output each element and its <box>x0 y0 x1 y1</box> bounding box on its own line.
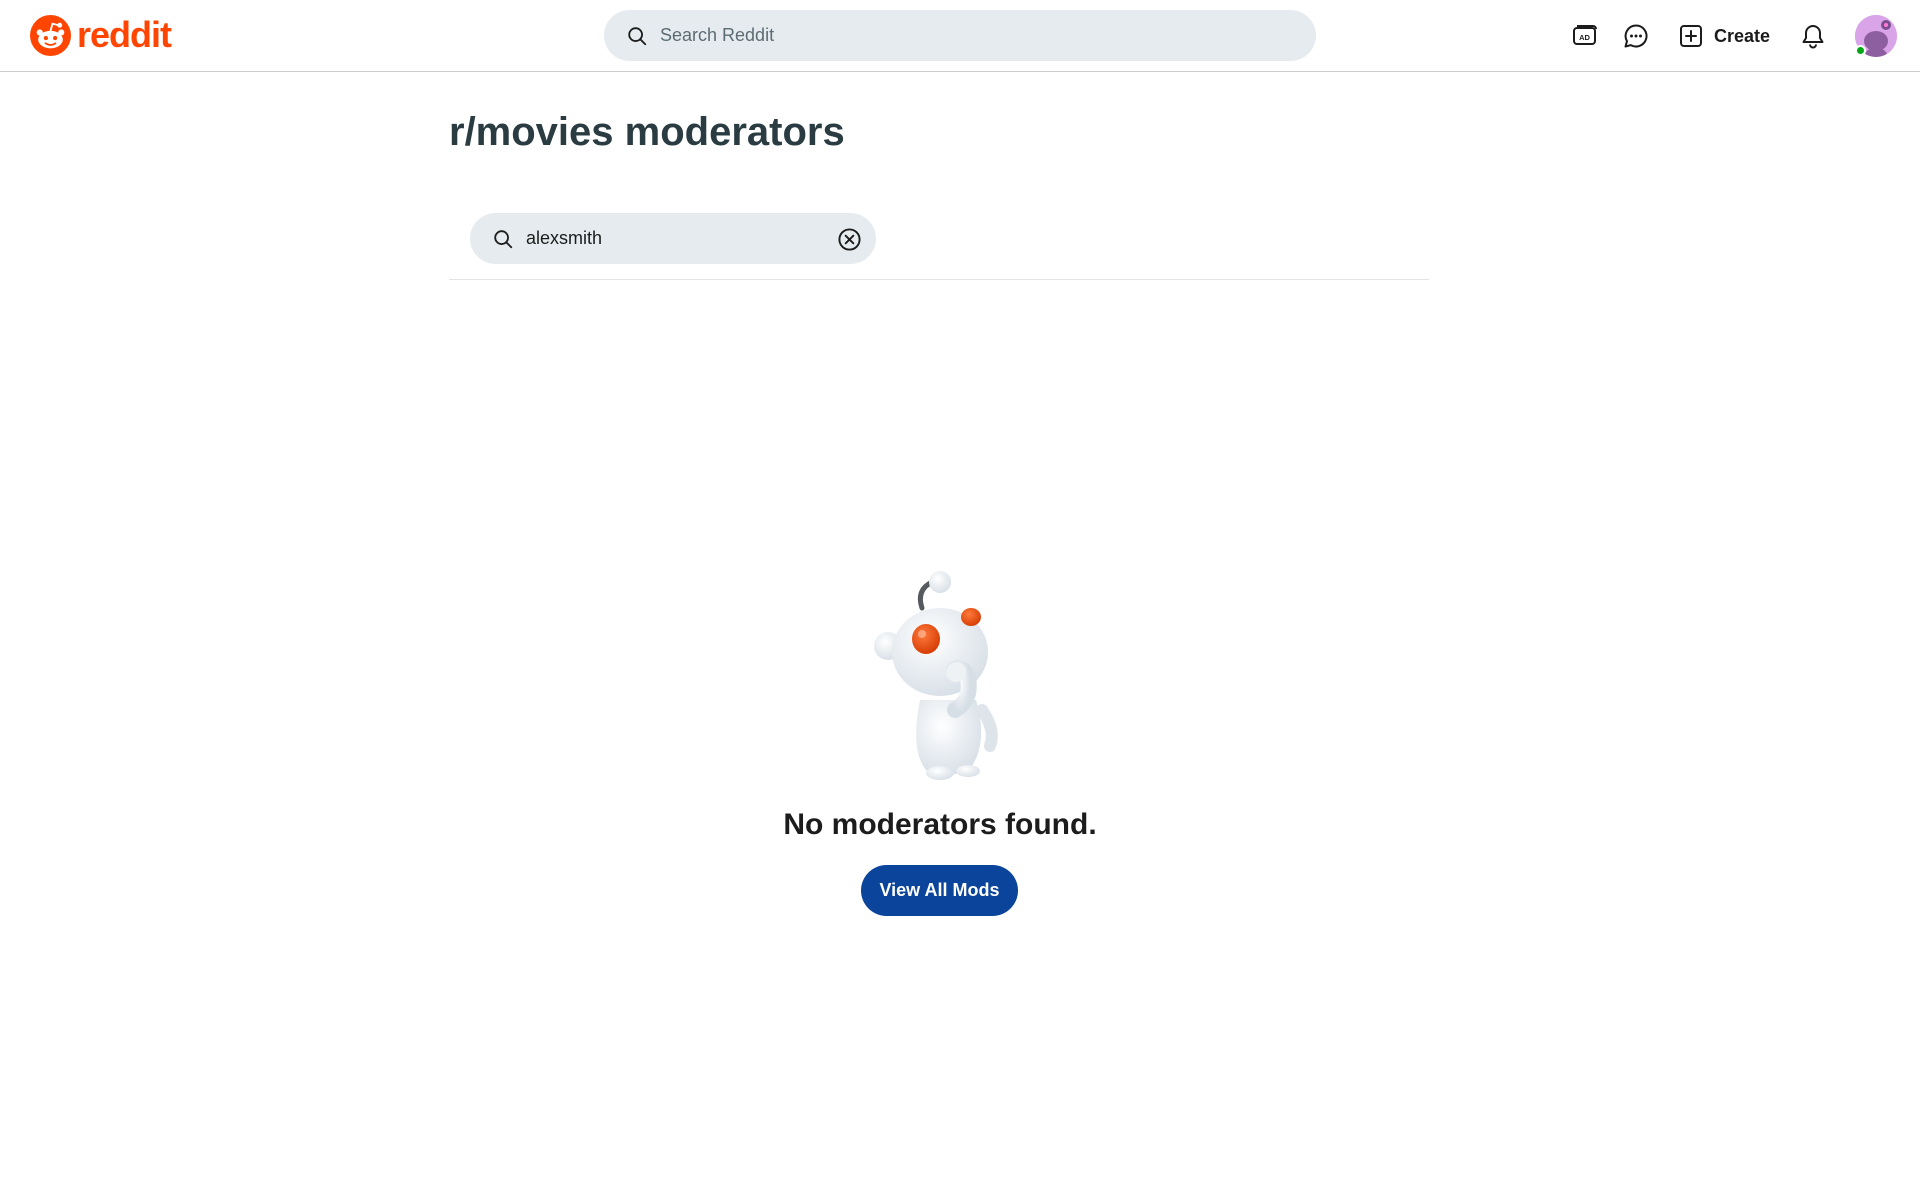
global-search-bar[interactable] <box>604 10 1316 61</box>
moderator-search-bar[interactable] <box>470 213 876 264</box>
plus-box-icon <box>1680 25 1702 47</box>
search-icon <box>492 228 514 250</box>
view-all-mods-button[interactable]: View All Mods <box>861 865 1018 916</box>
empty-state-message: No moderators found. <box>783 808 1097 841</box>
global-search-input[interactable] <box>660 25 1260 46</box>
advertise-icon: AD <box>1573 25 1597 45</box>
svg-text:AD: AD <box>1579 33 1590 42</box>
create-label: Create <box>1714 25 1771 46</box>
notifications-button[interactable] <box>1795 18 1831 54</box>
close-circle-icon <box>837 227 861 251</box>
clear-search-button[interactable] <box>836 226 862 252</box>
page-title: r/movies moderators <box>449 110 845 154</box>
chat-button[interactable] <box>1618 18 1654 54</box>
reddit-snoo-logo-icon <box>30 14 71 56</box>
reddit-logo-link[interactable]: reddit <box>30 14 172 56</box>
top-nav-bar: reddit AD Create <box>0 0 1920 72</box>
confused-snoo-illustration <box>874 571 998 780</box>
reddit-wordmark: reddit <box>77 14 172 55</box>
bell-icon <box>1802 25 1824 49</box>
moderator-search-input[interactable] <box>526 228 826 249</box>
chat-icon <box>1624 24 1648 48</box>
create-post-button[interactable]: Create <box>1672 16 1776 56</box>
search-icon <box>628 26 647 45</box>
online-status-indicator <box>1855 45 1866 56</box>
advertise-button[interactable]: AD <box>1567 18 1603 54</box>
section-divider <box>449 279 1429 280</box>
